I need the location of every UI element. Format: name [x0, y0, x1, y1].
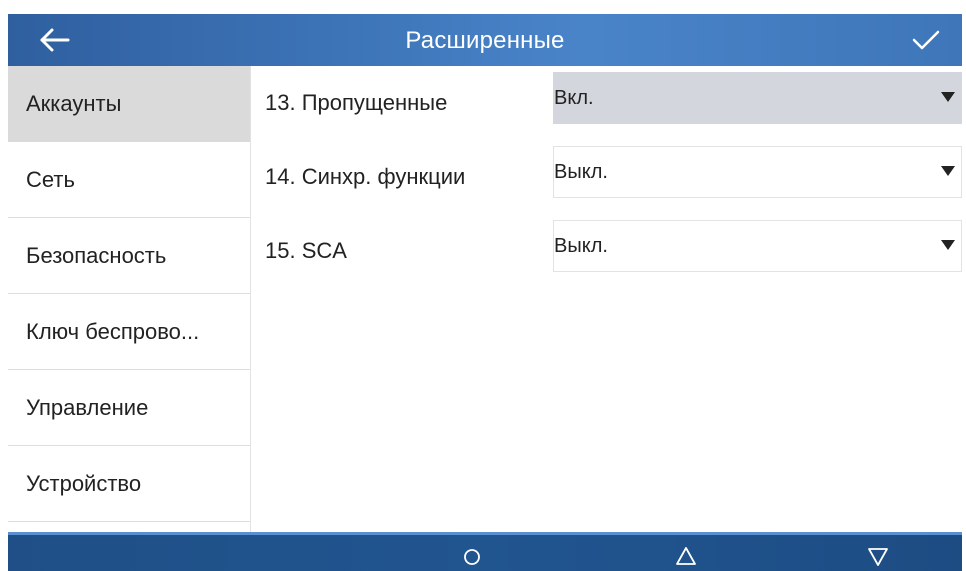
- sidebar-item-device[interactable]: Устройство: [8, 446, 250, 522]
- phone-screen: Расширенные Аккаунты Сеть Безопасность К…: [8, 14, 962, 571]
- page-down-button[interactable]: [860, 540, 896, 570]
- sync-features-select[interactable]: Выкл.: [553, 146, 962, 198]
- sidebar-item-security[interactable]: Безопасность: [8, 218, 250, 294]
- page-title: Расширенные: [405, 27, 565, 54]
- bottom-nav-bar: [8, 532, 962, 571]
- sidebar-item-wireless-key[interactable]: Ключ беспрово...: [8, 294, 250, 370]
- select-value: Выкл.: [554, 161, 608, 183]
- setting-label: 13. Пропущенные: [265, 90, 448, 115]
- select-value: Выкл.: [554, 235, 608, 257]
- setting-label: 14. Синхр. функции: [265, 164, 466, 189]
- sca-select[interactable]: Выкл.: [553, 220, 962, 272]
- setting-row-missed: 13. Пропущенные Вкл.: [251, 66, 962, 140]
- dropdown-arrow-icon: [941, 240, 955, 250]
- home-button[interactable]: [454, 540, 490, 570]
- header-bar: Расширенные: [8, 14, 962, 66]
- sidebar: Аккаунты Сеть Безопасность Ключ беспрово…: [8, 66, 251, 532]
- dropdown-arrow-icon: [941, 92, 955, 102]
- dropdown-arrow-icon: [941, 166, 955, 176]
- check-icon: [912, 30, 940, 50]
- setting-row-sca: 15. SCA Выкл.: [251, 214, 962, 288]
- setting-row-sync-features: 14. Синхр. функции Выкл.: [251, 140, 962, 214]
- select-value: Вкл.: [554, 87, 594, 109]
- missed-select[interactable]: Вкл.: [553, 72, 962, 124]
- sidebar-item-management[interactable]: Управление: [8, 370, 250, 446]
- setting-label: 15. SCA: [265, 238, 347, 263]
- circle-icon: [464, 549, 480, 565]
- sidebar-item-network[interactable]: Сеть: [8, 142, 250, 218]
- page-up-button[interactable]: [668, 540, 704, 570]
- triangle-up-icon: [676, 547, 696, 565]
- triangle-down-icon: [868, 548, 888, 566]
- settings-list: 13. Пропущенные Вкл. 14. Синхр. функции …: [251, 66, 962, 532]
- save-button[interactable]: [908, 26, 942, 54]
- sidebar-item-accounts[interactable]: Аккаунты: [8, 66, 250, 142]
